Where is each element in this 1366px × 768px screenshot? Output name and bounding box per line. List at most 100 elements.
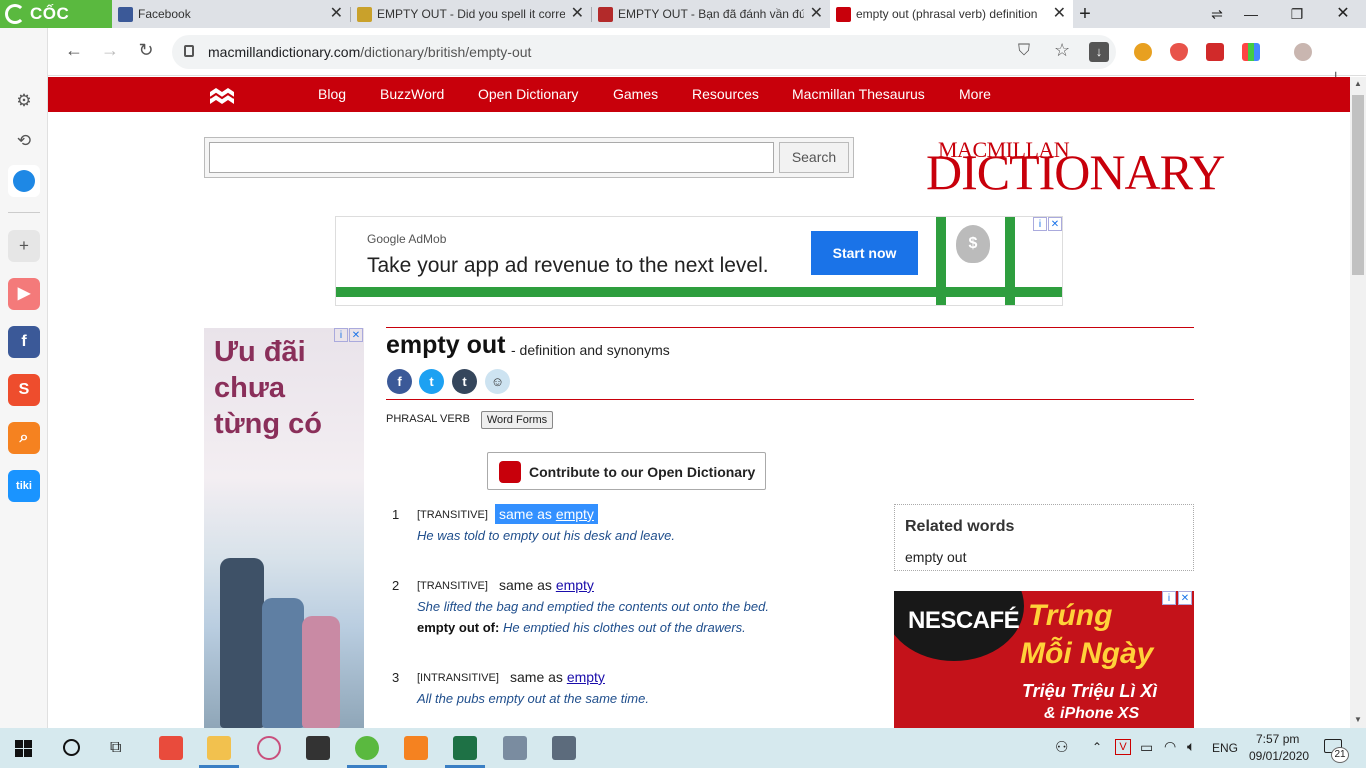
shield-icon[interactable]: ⛉: [1018, 42, 1030, 60]
search-icon[interactable]: [63, 739, 80, 756]
search-button[interactable]: Search: [779, 142, 849, 173]
sidebar-divider: [8, 212, 40, 213]
battery-icon[interactable]: ▭: [1140, 739, 1153, 756]
facebook-share-icon[interactable]: f: [387, 369, 412, 394]
empty-link[interactable]: empty: [567, 669, 605, 685]
settings-gear-icon[interactable]: ⚙: [8, 85, 40, 117]
ad-info-icon[interactable]: i: [1162, 591, 1176, 605]
nav-blog[interactable]: Blog: [318, 77, 346, 112]
close-tab-icon[interactable]: ✕: [1053, 0, 1066, 28]
ad-close-icon[interactable]: ✕: [1178, 591, 1192, 605]
clock-date[interactable]: 09/01/2020: [1249, 749, 1309, 763]
contribute-button[interactable]: Contribute to our Open Dictionary: [487, 452, 766, 490]
nav-resources[interactable]: Resources: [692, 77, 759, 112]
empty-link[interactable]: empty: [556, 577, 594, 593]
add-shortcut-icon[interactable]: +: [8, 230, 40, 262]
open-dictionary-icon: [499, 461, 521, 483]
tab-empty-out-spell[interactable]: EMPTY OUT - Did you spell it corre ✕: [351, 0, 591, 28]
profile-avatar[interactable]: [1294, 43, 1312, 61]
nav-more[interactable]: More: [959, 77, 991, 112]
example-sentence: All the pubs empty out at the same time.: [417, 691, 649, 706]
download-page-icon[interactable]: ↓: [1089, 42, 1109, 62]
tab-macmillan-active[interactable]: empty out (phrasal verb) definition ✕: [830, 0, 1073, 28]
nav-macmillan-thesaurus[interactable]: Macmillan Thesaurus: [792, 77, 925, 112]
ad-info-icon[interactable]: i: [334, 328, 348, 342]
coccoc-taskbar-icon[interactable]: [355, 736, 379, 760]
messenger-icon[interactable]: [13, 170, 35, 192]
search-input[interactable]: [209, 142, 774, 173]
new-tab-button[interactable]: +: [1073, 0, 1097, 28]
twitter-share-icon[interactable]: t: [419, 369, 444, 394]
sticky-notes-icon[interactable]: [306, 736, 330, 760]
tab-bar: CỐC CỐC Facebook ✕ EMPTY OUT - Did you s…: [0, 0, 1366, 51]
scroll-up-icon[interactable]: ▲: [1354, 79, 1362, 88]
ad-person-image: [220, 558, 264, 728]
page-scrollbar[interactable]: ▲ ▼: [1350, 77, 1366, 728]
empty-link[interactable]: empty: [556, 506, 594, 522]
app-icon[interactable]: [159, 736, 183, 760]
minimize-button[interactable]: —: [1228, 0, 1274, 28]
ad-start-now-button[interactable]: Start now: [811, 231, 918, 275]
related-item[interactable]: empty out: [905, 549, 966, 565]
wifi-icon[interactable]: ◠: [1164, 738, 1176, 755]
nav-open-dictionary[interactable]: Open Dictionary: [478, 77, 578, 112]
history-icon[interactable]: ⟲: [8, 125, 40, 157]
close-tab-icon[interactable]: ✕: [810, 0, 823, 28]
forward-button[interactable]: →: [98, 40, 122, 61]
restore-button[interactable]: ❐: [1274, 0, 1320, 28]
tumblr-share-icon[interactable]: t: [452, 369, 477, 394]
headword-subtitle: - definition and synonyms: [511, 342, 670, 358]
notification-count: 21: [1331, 747, 1349, 763]
back-button[interactable]: ←: [62, 40, 86, 61]
reddit-share-icon[interactable]: ☺: [485, 369, 510, 394]
related-heading: Related words: [905, 518, 1015, 535]
excel-icon[interactable]: [453, 736, 477, 760]
app-icon[interactable]: [503, 736, 527, 760]
ad-close-icon[interactable]: ✕: [1048, 217, 1062, 231]
shopee-icon[interactable]: S: [8, 374, 40, 406]
pdf-app-icon[interactable]: [404, 736, 428, 760]
search-app-icon[interactable]: ⌕: [8, 422, 40, 454]
bookmark-star-icon[interactable]: ☆: [1054, 40, 1070, 61]
people-icon[interactable]: ⚇: [1055, 738, 1068, 756]
close-tab-icon[interactable]: ✕: [330, 0, 343, 28]
extension-red-icon[interactable]: [1206, 43, 1224, 61]
adblock-shield-icon[interactable]: [1170, 43, 1188, 61]
nav-games[interactable]: Games: [613, 77, 658, 112]
close-window-button[interactable]: ✕: [1320, 0, 1366, 28]
close-tab-icon[interactable]: ✕: [571, 0, 584, 28]
language-indicator[interactable]: ENG: [1212, 741, 1238, 755]
tiki-icon[interactable]: tiki: [8, 470, 40, 502]
file-explorer-icon[interactable]: [207, 736, 231, 760]
clock-time[interactable]: 7:57 pm: [1256, 732, 1299, 746]
ad-info-icon[interactable]: i: [1033, 217, 1047, 231]
task-view-icon[interactable]: ⧉: [110, 739, 121, 757]
word-forms-button[interactable]: Word Forms: [481, 411, 553, 429]
side-banner-ad[interactable]: Ưu đãi chưa từng có: [204, 328, 364, 728]
macmillan-logo-icon[interactable]: [208, 84, 236, 106]
logo-dictionary-text[interactable]: DICTIONARY: [926, 143, 1225, 201]
address-bar[interactable]: macmillandictionary.com/dictionary/briti…: [172, 35, 1116, 69]
admob-banner-ad[interactable]: Google AdMob Take your app ad revenue to…: [335, 216, 1063, 306]
snipping-tool-icon[interactable]: [257, 736, 281, 760]
tab-empty-out-vi[interactable]: EMPTY OUT - Bạn đã đánh vần đú ✕: [592, 0, 830, 28]
scrollbar-thumb[interactable]: [1352, 95, 1364, 275]
facebook-icon[interactable]: f: [8, 326, 40, 358]
volume-icon[interactable]: 🔈︎: [1187, 738, 1195, 755]
same-as-highlight[interactable]: same as empty: [495, 504, 598, 524]
app-icon[interactable]: [552, 736, 576, 760]
coccoc-menu-button[interactable]: CỐC CỐC: [0, 0, 112, 51]
coccoc-extension-icon[interactable]: [1134, 43, 1152, 61]
show-hidden-icons[interactable]: ⌃: [1092, 740, 1102, 754]
url-text[interactable]: macmillandictionary.com/dictionary/briti…: [208, 35, 531, 69]
scroll-down-icon[interactable]: ▼: [1354, 715, 1362, 724]
extension-color-icon[interactable]: [1242, 43, 1260, 61]
antivirus-icon[interactable]: V: [1115, 739, 1131, 755]
youtube-icon[interactable]: ▶: [8, 278, 40, 310]
nav-buzzword[interactable]: BuzzWord: [380, 77, 444, 112]
tab-facebook[interactable]: Facebook ✕: [112, 0, 350, 28]
windows-start-icon[interactable]: [15, 740, 32, 757]
ad-close-icon[interactable]: ✕: [349, 328, 363, 342]
reload-button[interactable]: ↻: [134, 40, 158, 61]
nescafe-banner-ad[interactable]: NESCAFÉ Trúng Mỗi Ngày Triệu Triệu Lì Xì…: [894, 591, 1194, 728]
